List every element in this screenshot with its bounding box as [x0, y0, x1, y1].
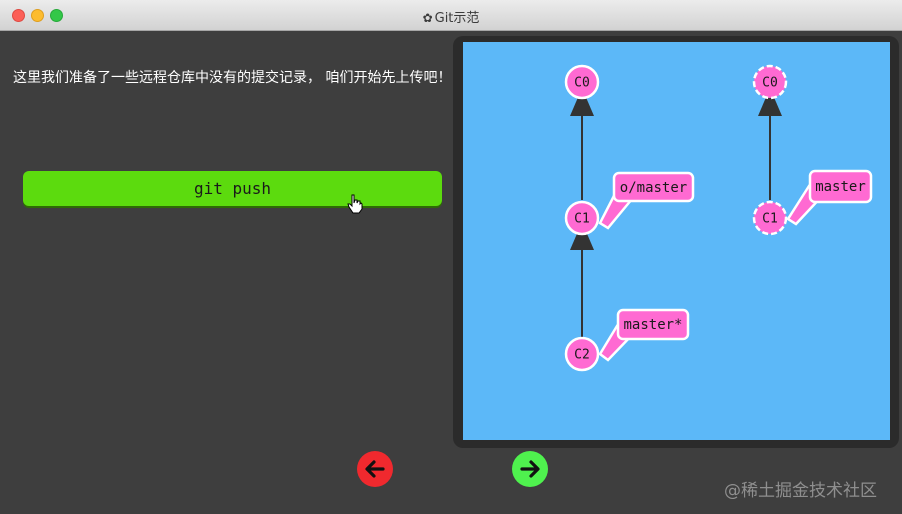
commit-c2-label: C2	[574, 348, 590, 363]
commit-c0-label: C0	[574, 76, 590, 91]
git-tree-svg: C0 C1 C2 C0 C1 o/master master* master	[564, 64, 873, 372]
branch-o-master-label: o/master	[620, 180, 687, 196]
git-push-command-button[interactable]: git push	[23, 171, 442, 206]
window-titlebar: ✿ Git示范	[0, 0, 902, 31]
forward-button[interactable]	[512, 451, 548, 487]
arrow-left-icon	[365, 460, 385, 478]
remote-commit-c0-label: C0	[762, 76, 778, 91]
main-content: 这里我们准备了一些远程仓库中没有的提交记录， 咱们开始先上传吧！ git pus…	[0, 31, 902, 514]
back-button[interactable]	[357, 451, 393, 487]
branch-master-star-label: master*	[623, 317, 682, 333]
lesson-description: 这里我们准备了一些远程仓库中没有的提交记录， 咱们开始先上传吧！	[13, 70, 452, 86]
commit-c1-label: C1	[574, 212, 590, 227]
arrow-right-icon	[520, 460, 540, 478]
window-title: ✿ Git示范	[0, 7, 902, 26]
remote-commit-c1-label: C1	[762, 212, 778, 227]
gear-icon: ✿	[422, 11, 433, 25]
hand-pointer-cursor-icon	[347, 194, 363, 214]
remote-branch-master-label: master	[815, 179, 866, 195]
git-tree-canvas: C0 C1 C2 C0 C1 o/master master* master	[463, 42, 890, 440]
window-title-text: Git示范	[434, 11, 480, 26]
visualization-frame: C0 C1 C2 C0 C1 o/master master* master	[453, 36, 899, 448]
watermark-text: @稀土掘金技术社区	[724, 481, 877, 501]
